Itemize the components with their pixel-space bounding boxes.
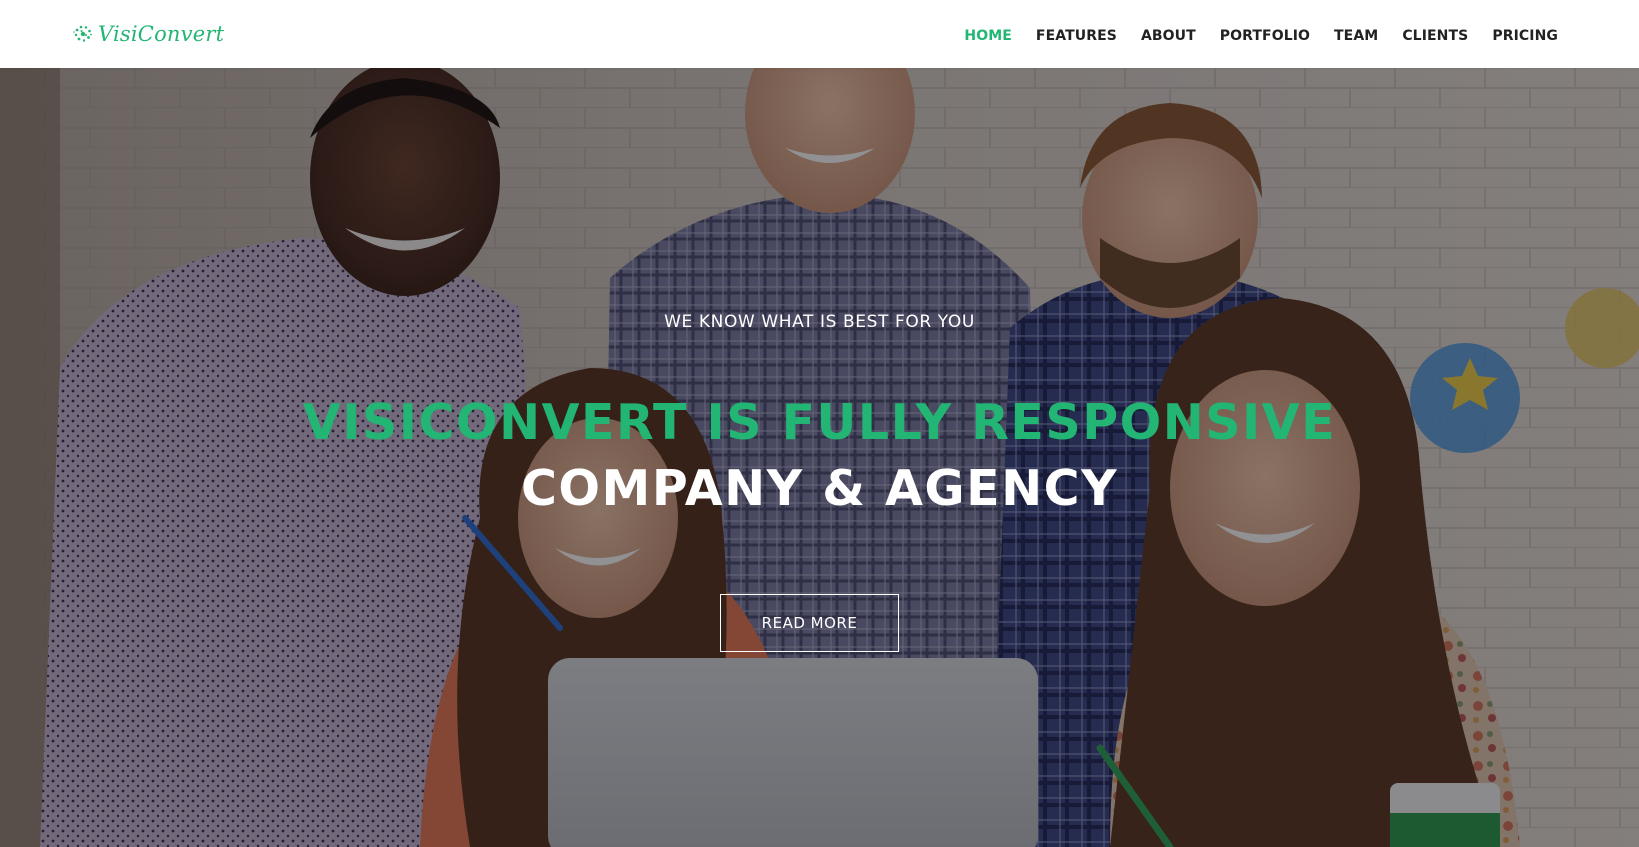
brand-name: VisiConvert bbox=[98, 21, 225, 46]
nav-item-portfolio[interactable]: PORTFOLIO bbox=[1220, 28, 1310, 44]
read-more-button[interactable]: READ MORE bbox=[720, 594, 899, 652]
nav-item-team[interactable]: TEAM bbox=[1334, 28, 1378, 44]
main-nav: HOME FEATURES ABOUT PORTFOLIO TEAM CLIEN… bbox=[940, 0, 1558, 68]
hero-tagline: WE KNOW WHAT IS BEST FOR YOU bbox=[664, 312, 975, 332]
hero-section: WE KNOW WHAT IS BEST FOR YOU VISICONVERT… bbox=[0, 68, 1639, 847]
hero-title: VISICONVERT IS FULLY RESPONSIVE COMPANY … bbox=[0, 390, 1639, 522]
nav-item-clients[interactable]: CLIENTS bbox=[1402, 28, 1468, 44]
dots-cluster-logo-icon bbox=[72, 23, 94, 45]
nav-item-features[interactable]: FEATURES bbox=[1036, 28, 1117, 44]
nav-item-about[interactable]: ABOUT bbox=[1141, 28, 1196, 44]
hero-title-line-accent: VISICONVERT IS FULLY RESPONSIVE bbox=[302, 394, 1337, 451]
nav-item-pricing[interactable]: PRICING bbox=[1492, 28, 1558, 44]
brand-logo[interactable]: VisiConvert bbox=[72, 20, 224, 48]
navbar: VisiConvert HOME FEATURES ABOUT PORTFOLI… bbox=[0, 0, 1639, 68]
nav-item-home[interactable]: HOME bbox=[964, 28, 1012, 44]
hero-title-line-main: COMPANY & AGENCY bbox=[520, 460, 1119, 517]
